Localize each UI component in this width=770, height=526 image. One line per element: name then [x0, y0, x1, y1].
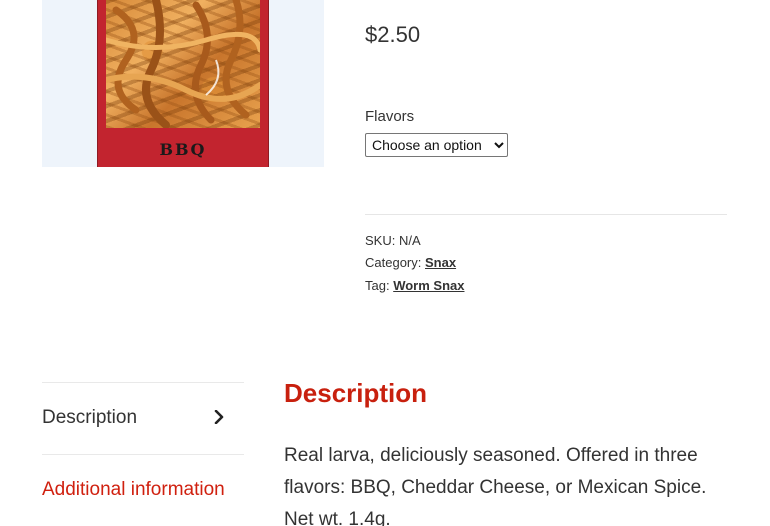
product-image[interactable]: BBQ	[42, 0, 324, 167]
tab-additional-information[interactable]: Additional information	[42, 454, 244, 526]
worms-illustration	[106, 0, 260, 128]
tab-additional-information-label: Additional information	[42, 479, 225, 500]
tab-description[interactable]: Description	[42, 382, 244, 454]
package-flavor-label: BBQ	[159, 140, 207, 159]
category-line: Category: Snax	[365, 255, 456, 270]
tab-description-label: Description	[42, 407, 138, 428]
sku-label: SKU:	[365, 233, 396, 248]
description-panel-title: Description	[284, 378, 428, 408]
flavors-label: Flavors	[365, 108, 415, 125]
flavors-select[interactable]: Choose an option	[365, 133, 508, 157]
tag-label: Tag:	[365, 278, 390, 293]
product-tabs: Description Additional information	[42, 382, 244, 526]
product-page: BBQ $2.50 Flavors Choose an option SKU: …	[0, 0, 770, 526]
sku-line: SKU: N/A	[365, 233, 421, 248]
sku-value: N/A	[398, 233, 421, 248]
product-price: $2.50	[365, 22, 421, 47]
category-label: Category:	[365, 255, 422, 270]
category-link[interactable]: Snax	[425, 255, 456, 270]
description-panel-body: Real larva, deliciously seasoned. Offere…	[284, 445, 707, 526]
product-package-window	[106, 0, 260, 128]
product-meta-divider	[365, 214, 727, 215]
chevron-right-icon	[214, 410, 224, 424]
product-package-image: BBQ	[97, 0, 269, 167]
tag-link[interactable]: Worm Snax	[393, 278, 464, 293]
tag-line: Tag: Worm Snax	[365, 278, 464, 293]
